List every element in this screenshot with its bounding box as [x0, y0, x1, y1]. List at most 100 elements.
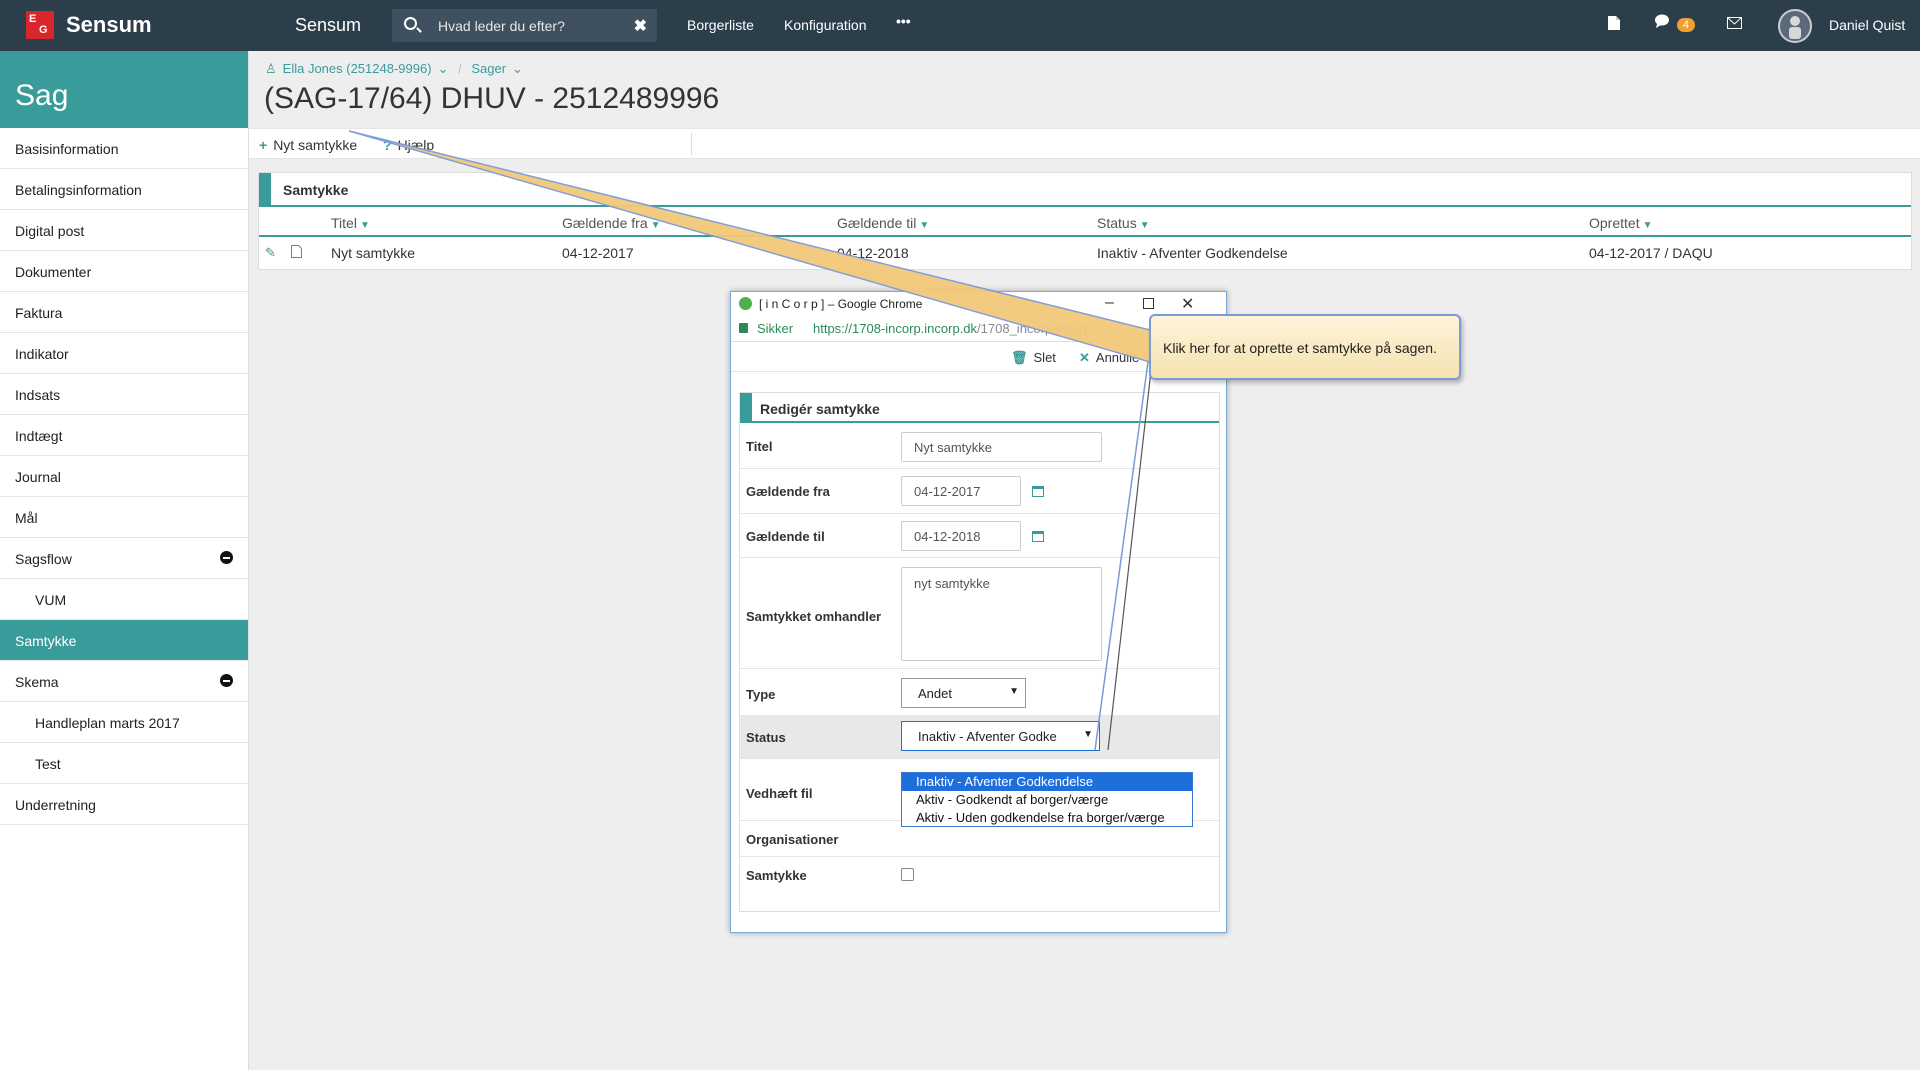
logo-letter: E: [29, 13, 37, 25]
column-header-created[interactable]: Oprettet ▼: [1589, 215, 1653, 231]
status-label: Status: [746, 730, 786, 745]
calendar-icon[interactable]: [1032, 531, 1044, 542]
calendar-icon[interactable]: [1032, 486, 1044, 497]
column-header-from[interactable]: Gældende fra ▼: [562, 215, 661, 231]
to-date-input[interactable]: [901, 521, 1021, 551]
nav-borgerliste[interactable]: Borgerliste: [687, 17, 754, 33]
mail-icon[interactable]: [1727, 16, 1742, 32]
from-label: Gældende fra: [746, 484, 830, 499]
chevron-down-icon[interactable]: ⌄: [438, 61, 449, 76]
panel-title: Samtykke: [259, 173, 1911, 207]
sidebar-item-label: Betalingsinformation: [15, 182, 142, 198]
delete-button[interactable]: 🗑 Slet: [1011, 350, 1056, 366]
sidebar-item-handleplan[interactable]: Handleplan marts 2017: [0, 702, 248, 743]
sidebar-item-digital-post[interactable]: Digital post: [0, 210, 248, 251]
sidebar-item-faktura[interactable]: Faktura: [0, 292, 248, 333]
search-icon[interactable]: [404, 17, 417, 30]
close-icon[interactable]: ✕: [1181, 294, 1194, 314]
sidebar-item-indikator[interactable]: Indikator: [0, 333, 248, 374]
consent-label: Samtykke: [746, 868, 807, 883]
sidebar-item-indsats[interactable]: Indsats: [0, 374, 248, 415]
status-select-value: Inaktiv - Afventer Godke: [918, 729, 1057, 744]
sidebar-item-skema[interactable]: Skema: [0, 661, 248, 702]
maximize-icon[interactable]: [1143, 296, 1154, 314]
sidebar-item-maal[interactable]: Mål: [0, 497, 248, 538]
sidebar-item-label: Underretning: [15, 797, 96, 813]
sidebar: Sag Basisinformation Betalingsinformatio…: [0, 51, 249, 1070]
top-bar: E G Sensum Sensum ✖ Borgerliste Konfigur…: [0, 0, 1920, 51]
status-option[interactable]: Aktiv - Godkendt af borger/værge: [902, 791, 1192, 809]
breadcrumb: ♙ Ella Jones (251248-9996) ⌄ / Sager ⌄: [265, 61, 529, 77]
breadcrumb-person[interactable]: Ella Jones (251248-9996): [283, 61, 432, 76]
breadcrumb-separator: /: [458, 61, 462, 76]
sidebar-item-label: Sagsflow: [15, 551, 72, 567]
chevron-down-icon[interactable]: ⌄: [512, 61, 523, 76]
cancel-label: Annulle: [1095, 350, 1140, 365]
sidebar-item-journal[interactable]: Journal: [0, 456, 248, 497]
minimize-icon[interactable]: –: [1105, 294, 1114, 312]
sidebar-item-indtaegt[interactable]: Indtægt: [0, 415, 248, 456]
user-name[interactable]: Daniel Quist: [1829, 17, 1905, 33]
column-header-label: Oprettet: [1589, 215, 1640, 231]
title-input[interactable]: [901, 432, 1102, 462]
avatar[interactable]: [1778, 9, 1812, 43]
lock-icon: [739, 323, 748, 333]
edit-icon[interactable]: ✎: [265, 245, 276, 261]
breadcrumb-section[interactable]: Sager: [471, 61, 506, 76]
trash-icon: 🗑: [1011, 350, 1028, 365]
to-row: Gældende til: [740, 514, 1219, 558]
sidebar-item-label: Mål: [15, 510, 38, 526]
url-text: https://1708-incorp.incorp.dk/1708_incor…: [813, 321, 1133, 336]
chevron-down-icon: ▼: [1009, 686, 1019, 697]
status-option[interactable]: Aktiv - Uden godkendelse fra borger/værg…: [902, 809, 1192, 827]
cancel-button[interactable]: ✕ Annulle: [1079, 350, 1139, 366]
help-button[interactable]: ? Hjælp: [383, 137, 434, 153]
sidebar-item-label: Indikator: [15, 346, 69, 362]
search-input[interactable]: [438, 15, 618, 36]
chat-icon[interactable]: 4: [1654, 14, 1696, 32]
sidebar-item-dokumenter[interactable]: Dokumenter: [0, 251, 248, 292]
edit-consent-form: Redigér samtykke Titel Gældende fra Gæld…: [739, 392, 1220, 912]
question-icon: ?: [383, 137, 392, 153]
from-date-input[interactable]: [901, 476, 1021, 506]
column-header-title[interactable]: Titel ▼: [331, 215, 370, 231]
column-header-label: Gældende til: [837, 215, 917, 231]
sidebar-item-sagsflow[interactable]: Sagsflow: [0, 538, 248, 579]
sidebar-item-underretning[interactable]: Underretning: [0, 784, 248, 825]
collapse-icon[interactable]: [220, 551, 233, 564]
type-select[interactable]: Andet ▼: [901, 678, 1026, 708]
help-label: Hjælp: [397, 137, 435, 153]
collapse-icon[interactable]: [220, 674, 233, 687]
sidebar-item-betalingsinformation[interactable]: Betalingsinformation: [0, 169, 248, 210]
from-row: Gældende fra: [740, 469, 1219, 514]
more-menu[interactable]: •••: [896, 13, 911, 29]
org-label: Organisationer: [746, 832, 839, 847]
app-name[interactable]: Sensum: [295, 15, 361, 36]
nav-konfiguration[interactable]: Konfiguration: [784, 17, 867, 33]
table-cell: 04-12-2017: [562, 245, 634, 261]
table-row[interactable]: ✎ Nyt samtykke 04-12-2017 04-12-2018 Ina…: [259, 237, 1911, 267]
title-label: Titel: [746, 439, 773, 454]
status-select[interactable]: Inaktiv - Afventer Godke ▼: [901, 721, 1100, 751]
sidebar-item-samtykke[interactable]: Samtykke: [0, 620, 248, 661]
consent-checkbox[interactable]: [901, 868, 914, 881]
sidebar-item-label: VUM: [35, 592, 67, 608]
type-select-value: Andet: [918, 686, 952, 701]
about-textarea[interactable]: nyt samtykke: [901, 567, 1102, 661]
pdf-icon[interactable]: [291, 245, 302, 261]
logo[interactable]: E G Sensum: [26, 11, 152, 39]
sidebar-item-vum[interactable]: VUM: [0, 579, 248, 620]
sort-icon: ▼: [359, 220, 370, 231]
status-option[interactable]: Inaktiv - Afventer Godkendelse: [902, 773, 1192, 791]
sidebar-item-basisinformation[interactable]: Basisinformation: [0, 128, 248, 169]
close-icon[interactable]: ✖: [634, 16, 647, 36]
column-header-label: Gældende fra: [562, 215, 648, 231]
document-icon[interactable]: [1608, 16, 1620, 33]
sidebar-item-test[interactable]: Test: [0, 743, 248, 784]
title-row: Titel: [740, 425, 1219, 469]
column-header-status[interactable]: Status ▼: [1097, 215, 1150, 231]
column-header-to[interactable]: Gældende til ▼: [837, 215, 929, 231]
new-consent-button[interactable]: + Nyt samtykke: [259, 137, 357, 153]
table-cell: Nyt samtykke: [331, 245, 416, 261]
sidebar-item-label: Indtægt: [15, 428, 63, 444]
